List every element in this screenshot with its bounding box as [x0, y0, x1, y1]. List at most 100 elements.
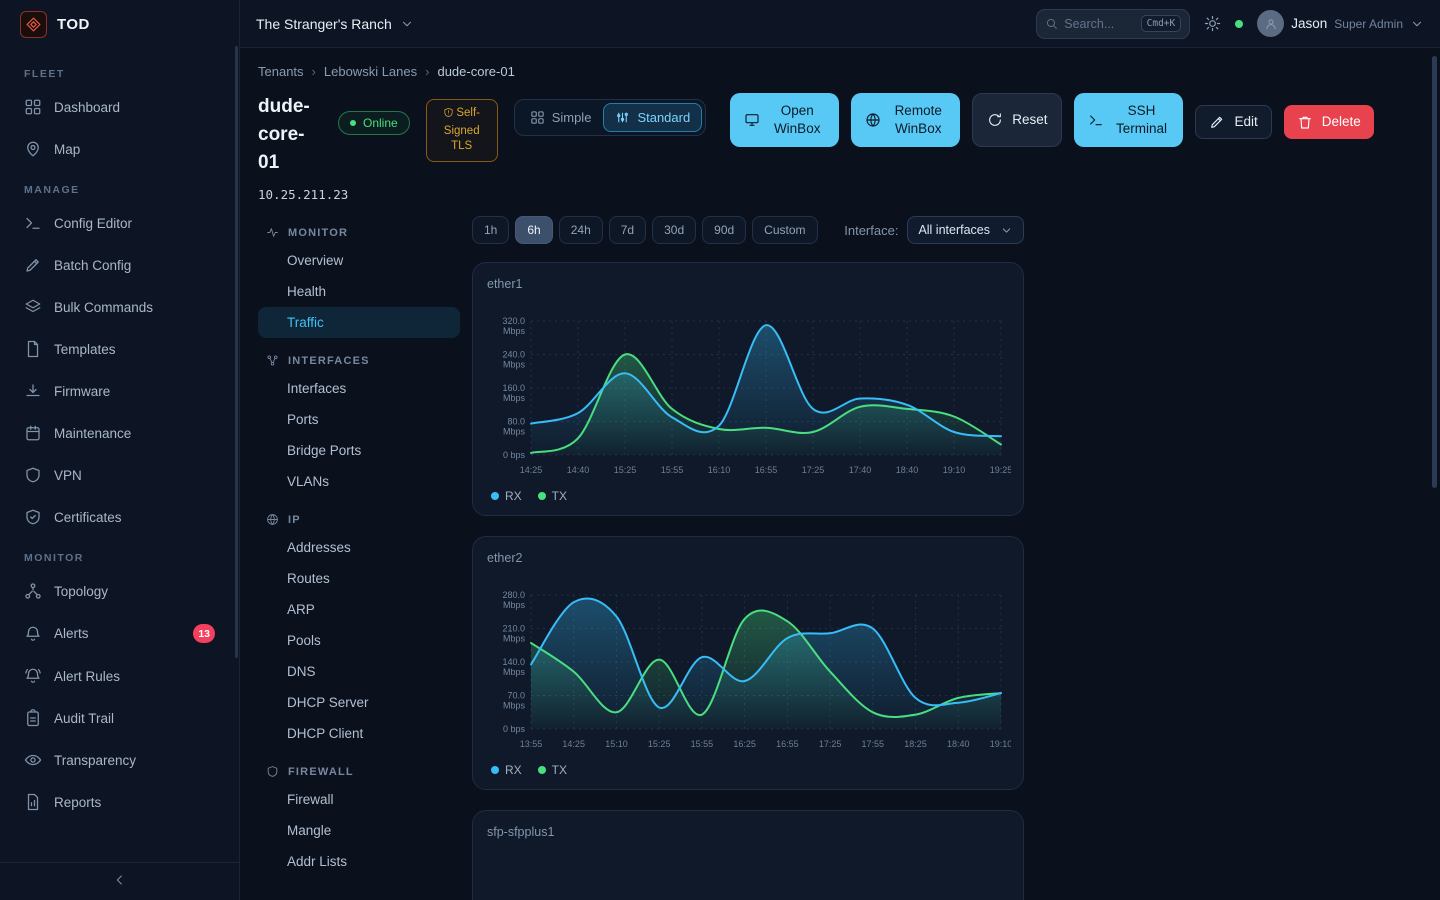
tenant-selector[interactable]: The Stranger's Ranch	[256, 16, 414, 32]
subnav-item-pools[interactable]: Pools	[258, 625, 460, 656]
action-label: Delete	[1322, 113, 1361, 131]
remote-winbox-button[interactable]: Remote WinBox	[851, 93, 960, 147]
edit-button[interactable]: Edit	[1195, 105, 1271, 139]
svg-text:16:25: 16:25	[733, 739, 756, 749]
legend-rx: RX	[491, 763, 522, 777]
sidebar-item-alerts[interactable]: Alerts13	[12, 614, 227, 653]
svg-text:70.0Mbps: 70.0Mbps	[503, 691, 526, 711]
sidebar-item-label: Firmware	[54, 384, 110, 399]
sidebar-item-bulk-commands[interactable]: Bulk Commands	[12, 288, 227, 326]
svg-text:17:40: 17:40	[849, 465, 872, 475]
calendar-icon	[24, 424, 42, 442]
breadcrumb-separator: ›	[425, 64, 429, 79]
delete-button[interactable]: Delete	[1284, 105, 1374, 139]
breadcrumb-item-lebowski-lanes[interactable]: Lebowski Lanes	[324, 64, 417, 79]
sidebar-item-dashboard[interactable]: Dashboard	[12, 88, 227, 126]
sidebar-item-audit-trail[interactable]: Audit Trail	[12, 699, 227, 737]
svg-text:17:25: 17:25	[802, 465, 825, 475]
clipboard-icon	[24, 709, 42, 727]
subnav-item-traffic[interactable]: Traffic	[258, 307, 460, 338]
subnav-item-mangle[interactable]: Mangle	[258, 815, 460, 846]
subnav-item-overview[interactable]: Overview	[258, 245, 460, 276]
sidebar-item-config-editor[interactable]: Config Editor	[12, 204, 227, 242]
range-button-90d[interactable]: 90d	[702, 216, 746, 244]
global-search[interactable]: Cmd+K	[1036, 9, 1190, 39]
search-input[interactable]	[1064, 17, 1124, 31]
subnav-item-dhcp-server[interactable]: DHCP Server	[258, 687, 460, 718]
legend-label: TX	[552, 763, 567, 777]
legend-rx: RX	[491, 489, 522, 503]
view-toggle-simple[interactable]: Simple	[518, 103, 604, 132]
sidebar-item-certificates[interactable]: Certificates	[12, 498, 227, 536]
grid-icon	[530, 110, 545, 125]
svg-text:15:25: 15:25	[614, 465, 637, 475]
interface-select[interactable]: All interfaces	[907, 216, 1024, 244]
sidebar-item-topology[interactable]: Topology	[12, 572, 227, 610]
subnav-item-bridge-ports[interactable]: Bridge Ports	[258, 435, 460, 466]
sidebar-collapse-button[interactable]	[0, 862, 239, 900]
app-logo-icon	[20, 11, 47, 38]
sidebar-item-transparency[interactable]: Transparency	[12, 741, 227, 779]
range-button-24h[interactable]: 24h	[559, 216, 603, 244]
sidebar-item-firmware[interactable]: Firmware	[12, 372, 227, 410]
sidebar-item-batch-config[interactable]: Batch Config	[12, 246, 227, 284]
range-button-1h[interactable]: 1h	[472, 216, 509, 244]
sidebar-item-map[interactable]: Map	[12, 130, 227, 168]
sidebar-item-label: VPN	[54, 468, 82, 483]
subnav-item-dns[interactable]: DNS	[258, 656, 460, 687]
main-area: The Stranger's Ranch Cmd+K Jason Super A…	[240, 0, 1440, 900]
breadcrumb-separator: ›	[312, 64, 316, 79]
user-role: Super Admin	[1334, 17, 1403, 31]
subnav-group-monitor: MONITOR	[258, 218, 460, 245]
breadcrumb-item-tenants[interactable]: Tenants	[258, 64, 304, 79]
sidebar-item-alert-rules[interactable]: Alert Rules	[12, 657, 227, 695]
sidebar-section-label-fleet: FLEET	[24, 68, 215, 80]
chevron-down-icon	[1000, 224, 1013, 237]
sidebar-item-templates[interactable]: Templates	[12, 330, 227, 368]
connection-status-dot	[1235, 20, 1243, 28]
view-toggle-label: Simple	[552, 110, 592, 125]
open-winbox-button[interactable]: Open WinBox	[730, 93, 839, 147]
device-actions: Open WinBoxRemote WinBoxResetSSH Termina…	[730, 93, 1374, 147]
device-title-column: dude-core-01 10.25.211.23	[258, 93, 322, 202]
subnav-group-label: INTERFACES	[288, 355, 370, 367]
sliders-icon	[615, 110, 630, 125]
range-button-6h[interactable]: 6h	[515, 216, 552, 244]
subnav-item-firewall[interactable]: Firewall	[258, 784, 460, 815]
subnav-item-ports[interactable]: Ports	[258, 404, 460, 435]
sidebar-item-reports[interactable]: Reports	[12, 783, 227, 821]
traffic-chart-card-ether2: ether2280.0Mbps210.0Mbps140.0Mbps70.0Mbp…	[472, 536, 1024, 790]
svg-text:210.0Mbps: 210.0Mbps	[502, 624, 525, 644]
range-button-7d[interactable]: 7d	[609, 216, 646, 244]
theme-toggle-button[interactable]	[1204, 15, 1221, 32]
svg-text:18:40: 18:40	[947, 739, 970, 749]
range-button-30d[interactable]: 30d	[652, 216, 696, 244]
subnav-item-health[interactable]: Health	[258, 276, 460, 307]
user-menu[interactable]: Jason Super Admin	[1257, 10, 1424, 37]
page-content: Tenants›Lebowski Lanes›dude-core-01 dude…	[240, 48, 1440, 900]
reset-button[interactable]: Reset	[972, 93, 1062, 147]
subnav-item-addr-lists[interactable]: Addr Lists	[258, 846, 460, 877]
sidebar-item-vpn[interactable]: VPN	[12, 456, 227, 494]
subnav-item-addresses[interactable]: Addresses	[258, 532, 460, 563]
chart-title: sfp-sfpplus1	[487, 825, 1009, 839]
sidebar-item-label: Dashboard	[54, 100, 120, 115]
svg-text:14:25: 14:25	[520, 465, 543, 475]
traffic-chart-card-ether1: ether1320.0Mbps240.0Mbps160.0Mbps80.0Mbp…	[472, 262, 1024, 516]
subnav-item-routes[interactable]: Routes	[258, 563, 460, 594]
svg-text:16:55: 16:55	[755, 465, 778, 475]
subnav-item-dhcp-client[interactable]: DHCP Client	[258, 718, 460, 749]
interface-select-value: All interfaces	[918, 223, 990, 237]
sidebar-scrollbar[interactable]	[235, 46, 238, 658]
subnav-item-interfaces[interactable]: Interfaces	[258, 373, 460, 404]
subnav-item-arp[interactable]: ARP	[258, 594, 460, 625]
subnav-item-vlans[interactable]: VLANs	[258, 466, 460, 497]
ssh-terminal-button[interactable]: SSH Terminal	[1074, 93, 1183, 147]
sidebar-item-maintenance[interactable]: Maintenance	[12, 414, 227, 452]
charts-column: 1h6h24h7d30d90dCustom Interface: All int…	[472, 210, 1024, 900]
online-dot-icon	[350, 120, 356, 126]
view-toggle-standard[interactable]: Standard	[603, 103, 702, 132]
page-scrollbar[interactable]	[1432, 56, 1437, 488]
range-button-custom[interactable]: Custom	[752, 216, 817, 244]
svg-text:19:10: 19:10	[990, 739, 1011, 749]
